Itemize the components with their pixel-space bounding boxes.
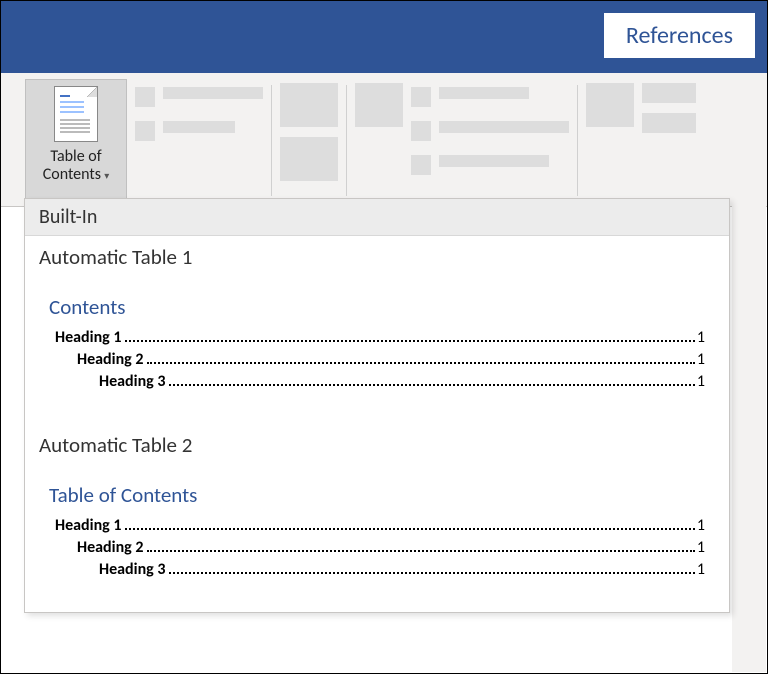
toc-preview-row: Heading 31 xyxy=(49,560,705,579)
toc-preview-row: Heading 21 xyxy=(49,538,705,557)
ribbon-placeholder[interactable] xyxy=(411,121,569,141)
toc-preview-row: Heading 11 xyxy=(49,516,705,535)
ribbon-placeholder[interactable] xyxy=(411,155,569,175)
ribbon-placeholder[interactable] xyxy=(642,83,696,103)
ribbon-placeholder[interactable] xyxy=(355,83,403,127)
toc-preview-row: Heading 31 xyxy=(49,372,705,391)
toc-preview-title: Contents xyxy=(49,294,705,320)
table-of-contents-gallery: Built-In Automatic Table 1 Contents Head… xyxy=(24,198,730,613)
toc-option-automatic-table-2[interactable]: Automatic Table 2 Table of Contents Head… xyxy=(25,424,729,612)
table-of-contents-icon xyxy=(54,86,98,142)
ribbon-placeholder[interactable] xyxy=(135,121,263,141)
gallery-section-built-in: Built-In xyxy=(25,199,729,236)
chevron-down-icon: ▾ xyxy=(102,169,109,182)
toc-preview-row: Heading 21 xyxy=(49,350,705,369)
ribbon-placeholder[interactable] xyxy=(586,83,634,127)
ribbon: Table of Contents ▾ xyxy=(1,73,767,207)
toc-option-label: Automatic Table 2 xyxy=(39,432,715,458)
ribbon-placeholder[interactable] xyxy=(642,113,696,133)
ribbon-placeholder[interactable] xyxy=(135,87,263,107)
toc-option-automatic-table-1[interactable]: Automatic Table 1 Contents Heading 11 He… xyxy=(25,236,729,424)
ribbon-placeholder[interactable] xyxy=(280,83,338,127)
ribbon-placeholder[interactable] xyxy=(280,137,338,181)
toc-preview-row: Heading 11 xyxy=(49,328,705,347)
titlebar: References xyxy=(1,1,767,73)
table-of-contents-label: Table of Contents ▾ xyxy=(43,148,110,185)
table-of-contents-button[interactable]: Table of Contents ▾ xyxy=(25,79,127,205)
tab-references[interactable]: References xyxy=(604,13,755,58)
toc-option-label: Automatic Table 1 xyxy=(39,244,715,270)
toc-preview-title: Table of Contents xyxy=(49,482,705,508)
ribbon-placeholder[interactable] xyxy=(411,87,569,107)
document-gutter xyxy=(732,206,766,672)
